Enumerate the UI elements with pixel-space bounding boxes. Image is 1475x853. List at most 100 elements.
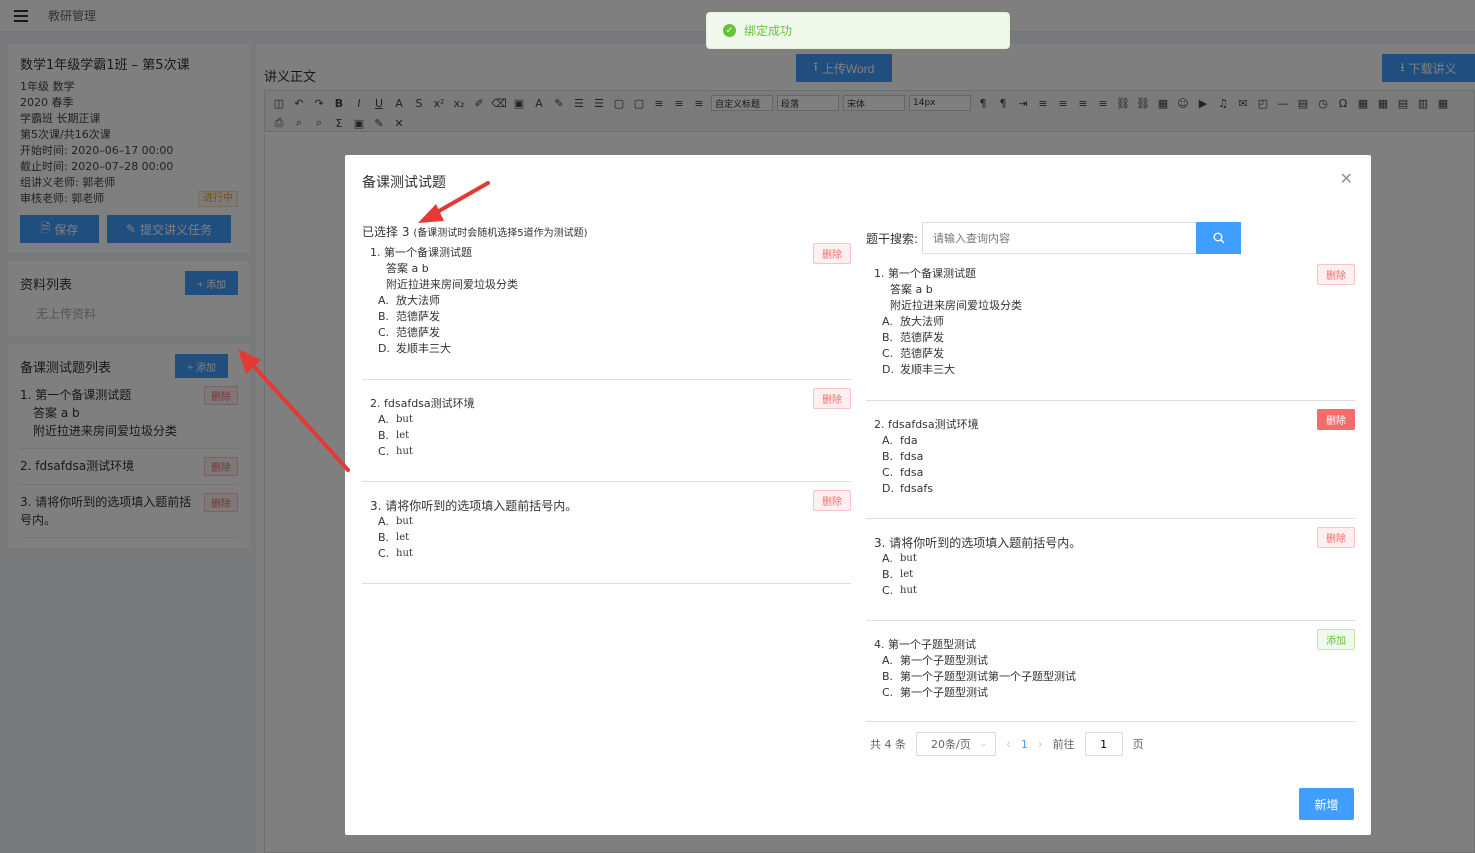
check-circle-icon: ✓ — [723, 24, 736, 37]
option-letter: A. — [378, 294, 389, 307]
delete-button[interactable]: 删除 — [1317, 527, 1355, 548]
option-letter: B. — [378, 310, 390, 323]
question-item: 3. 请将你听到的选项填入题前括号内。 A. but B. let C. hut 删除 — [866, 519, 1355, 621]
option-text: 范德萨发 — [900, 331, 944, 344]
next-page-icon[interactable]: › — [1038, 737, 1043, 751]
option-row: A. but — [370, 514, 843, 530]
search-input[interactable] — [922, 222, 1197, 254]
option-letter: B. — [378, 531, 390, 544]
pagination: 共 4 条 20条/页 ⌄ ‹ 1 › 前往 页 — [870, 732, 1144, 756]
dialog-title: 备课测试试题 — [362, 175, 446, 191]
option-row: D. 发顺丰三大 — [874, 362, 1347, 378]
option-letter: B. — [882, 670, 894, 683]
option-text: 发顺丰三大 — [396, 342, 451, 355]
question-stem: 1. 第一个备课测试题 — [874, 267, 976, 280]
search-icon — [1213, 232, 1225, 244]
option-row: B. 范德萨发 — [370, 309, 843, 325]
option-text: 第一个子题型测试第一个子题型测试 — [900, 670, 1076, 683]
option-letter: C. — [378, 547, 390, 560]
option-letter: D. — [378, 342, 390, 355]
chevron-down-icon: ⌄ — [979, 739, 987, 749]
option-text: 放大法师 — [900, 315, 944, 328]
option-row: B. 范德萨发 — [874, 330, 1347, 346]
option-text: 发顺丰三大 — [900, 363, 955, 376]
option-text: 范德萨发 — [396, 310, 440, 323]
option-text: 范德萨发 — [900, 347, 944, 360]
option-letter: A. — [882, 654, 893, 667]
option-row: A. 放大法师 — [874, 314, 1347, 330]
option-text: 放大法师 — [396, 294, 440, 307]
toast-message: 绑定成功 — [744, 24, 793, 38]
option-text: let — [396, 532, 410, 543]
question-item: 1. 第一个备课测试题 答案 a b 附近拉进来房间爱垃圾分类 A. 放大法师 B… — [362, 237, 851, 380]
search-label: 题干搜索: — [866, 231, 919, 246]
delete-button[interactable]: 删除 — [1317, 264, 1355, 285]
new-question-button[interactable]: 新增 — [1299, 788, 1354, 820]
option-row: B. let — [370, 530, 843, 546]
delete-button[interactable]: 删除 — [813, 388, 851, 409]
question-stem: 4. 第一个子题型测试 — [874, 638, 976, 651]
option-text: but — [396, 516, 413, 527]
option-text: 范德萨发 — [396, 326, 440, 339]
success-toast: ✓ 绑定成功 — [706, 12, 1010, 49]
prep-test-dialog: 备课测试试题 ✕ 已选择 3 (备课测试时会随机选择5道作为测试题) 1. 第一… — [345, 155, 1371, 835]
add-question-button[interactable]: 添加 — [1317, 629, 1355, 650]
option-row: C. 范德萨发 — [370, 325, 843, 341]
search-results-panel: 1. 第一个备课测试题 答案 a b 附近拉进来房间爱垃圾分类 A. 放大法师 B… — [866, 258, 1355, 722]
page-size-value: 20条/页 — [931, 738, 971, 751]
option-letter: C. — [882, 584, 894, 597]
delete-button[interactable]: 删除 — [813, 490, 851, 511]
option-letter: A. — [882, 315, 893, 328]
question-stem: 2. fdsafdsa测试环境 — [370, 397, 475, 410]
option-row: C. hut — [370, 444, 843, 460]
option-row: C. fdsa — [874, 465, 1347, 481]
total-count: 共 4 条 — [870, 738, 906, 751]
option-letter: C. — [882, 347, 894, 360]
option-letter: D. — [882, 482, 894, 495]
prev-page-icon[interactable]: ‹ — [1006, 737, 1011, 751]
option-text: let — [396, 430, 410, 441]
question-subtext: 答案 a b — [386, 262, 429, 275]
goto-page-input[interactable] — [1084, 732, 1123, 756]
question-stem: 3. 请将你听到的选项填入题前括号内。 — [370, 499, 578, 513]
option-text: fdsafs — [900, 482, 933, 495]
search-button[interactable] — [1196, 222, 1242, 254]
question-item: 2. fdsafdsa测试环境 A. but B. let C. hut 删除 — [362, 380, 851, 482]
option-letter: A. — [882, 434, 893, 447]
option-letter: A. — [378, 515, 389, 528]
option-text: hut — [396, 446, 413, 457]
option-row: C. hut — [874, 583, 1347, 599]
option-row: A. but — [874, 551, 1347, 567]
page-number-current[interactable]: 1 — [1021, 738, 1028, 751]
option-letter: B. — [882, 331, 894, 344]
option-row: B. let — [874, 567, 1347, 583]
option-text: but — [396, 414, 413, 425]
option-text: hut — [396, 548, 413, 559]
option-row: D. fdsafs — [874, 481, 1347, 497]
option-letter: C. — [882, 686, 894, 699]
option-row: C. 第一个子题型测试 — [874, 685, 1347, 701]
option-row: B. fdsa — [874, 449, 1347, 465]
question-item: 1. 第一个备课测试题 答案 a b 附近拉进来房间爱垃圾分类 A. 放大法师 B… — [866, 258, 1355, 401]
option-row: A. fda — [874, 433, 1347, 449]
option-letter: B. — [378, 429, 390, 442]
question-stem: 2. fdsafdsa测试环境 — [874, 418, 979, 431]
option-letter: B. — [882, 450, 894, 463]
close-icon[interactable]: ✕ — [1340, 169, 1353, 188]
option-row: D. 发顺丰三大 — [370, 341, 843, 357]
option-row: C. hut — [370, 546, 843, 562]
delete-button[interactable]: 删除 — [1317, 409, 1355, 430]
option-text: but — [900, 553, 917, 564]
option-letter: A. — [378, 413, 389, 426]
option-text: 第一个子题型测试 — [900, 686, 988, 699]
option-text: 第一个子题型测试 — [900, 654, 988, 667]
option-letter: C. — [378, 445, 390, 458]
question-item: 2. fdsafdsa测试环境 A. fda B. fdsa C. fdsa D. fd… — [866, 401, 1355, 519]
delete-button[interactable]: 删除 — [813, 243, 851, 264]
question-subtext: 答案 a b — [890, 283, 933, 296]
question-subtext: 附近拉进来房间爱垃圾分类 — [386, 278, 518, 291]
question-item: 4. 第一个子题型测试 A. 第一个子题型测试 B. 第一个子题型测试第一个子题型测… — [866, 621, 1355, 722]
option-letter: A. — [882, 552, 893, 565]
option-text: fdsa — [900, 466, 924, 479]
page-size-select[interactable]: 20条/页 ⌄ — [916, 732, 996, 756]
